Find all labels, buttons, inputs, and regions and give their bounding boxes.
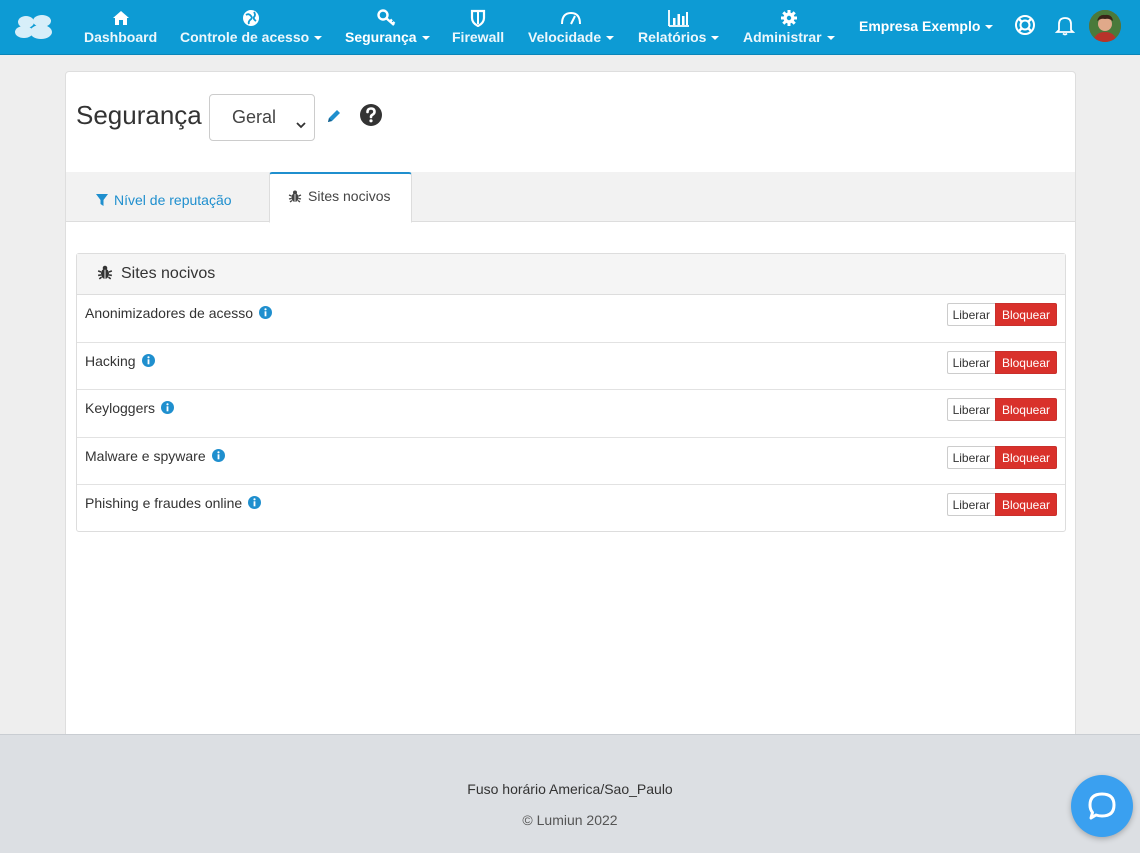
nav-relatorios[interactable]: Relatórios [638,7,720,49]
list-item: Anonimizadores de acesso Liberar Bloquear [77,295,1065,343]
info-icon[interactable] [259,306,273,322]
nav-controle-acesso[interactable]: Controle de acesso [180,7,323,49]
home-icon [84,7,157,27]
cloud-logo-icon[interactable] [14,11,56,43]
tab-sites-nocivos[interactable]: Sites nocivos [269,172,412,223]
info-icon[interactable] [141,353,155,370]
tab-sites-nocivos-label: Sites nocivos [308,188,391,204]
category-label: Phishing e fraudes online [85,495,243,511]
tab-nivel-reputacao[interactable]: Nível de reputação [96,172,232,222]
category-label: Anonimizadores de acesso [85,305,254,321]
profile-select-value: Geral [232,107,277,127]
nav-firewall-label: Firewall [452,29,505,45]
chevron-down-icon [296,113,306,134]
block-button[interactable]: Bloquear [994,303,1057,326]
nav-administrar[interactable]: Administrar [743,7,835,49]
nav-seguranca-label: Segurança [345,29,417,45]
company-dropdown[interactable]: Empresa Exemplo [859,18,994,34]
allow-block-toggle: Liberar Bloquear [946,398,1057,421]
chat-button[interactable] [1071,775,1133,837]
nav-dashboard-label: Dashboard [84,29,158,45]
page-title: Segurança [76,100,202,130]
lifebuoy-icon[interactable] [1014,14,1038,38]
bug-icon [97,265,121,282]
top-navbar: Dashboard Controle de acesso Segurança F… [0,0,1140,55]
nav-velocidade-label: Velocidade [528,29,602,45]
section-header: Sites nocivos [77,254,1065,295]
nav-velocidade[interactable]: Velocidade [528,7,615,49]
chevron-down-icon [826,36,835,41]
tab-nivel-reputacao-label: Nível de reputação [114,192,232,208]
profile-select[interactable]: Geral [209,94,315,141]
allow-button[interactable]: Liberar [946,350,995,374]
nav-controle-acesso-label: Controle de acesso [180,29,310,45]
allow-block-toggle: Liberar Bloquear [946,350,1057,374]
block-button[interactable]: Bloquear [994,398,1057,421]
list-item: Hacking Liberar Bloquear [77,343,1065,390]
nav-seguranca[interactable]: Segurança [345,7,430,49]
list-item: Malware e spyware Liberar Bloquear [77,438,1065,485]
chevron-down-icon [314,36,323,41]
timezone-text: Fuso horário America/Sao_Paulo [467,781,673,797]
tabs-bar: Nível de reputação Sites nocivos [66,172,1075,223]
allow-button[interactable]: Liberar [946,303,995,326]
section-title: Sites nocivos [121,265,216,282]
chat-bubble-icon [1088,792,1116,820]
footer: Fuso horário America/Sao_Paulo © Lumiun … [0,734,1140,853]
speedometer-icon [528,7,614,27]
filter-icon [96,192,114,208]
info-icon[interactable] [248,496,262,512]
bar-chart-icon [638,7,719,28]
edit-pencil-icon[interactable] [326,108,342,129]
globe-icon [180,7,322,27]
avatar[interactable] [1089,10,1121,42]
category-label: Hacking [85,352,136,369]
allow-button[interactable]: Liberar [946,398,995,421]
allow-block-toggle: Liberar Bloquear [946,303,1057,326]
list-item: Keyloggers Liberar Bloquear [77,390,1065,438]
gear-icon [743,7,835,27]
allow-button[interactable]: Liberar [946,445,995,469]
block-button[interactable]: Bloquear [994,445,1057,469]
category-label: Keyloggers [85,400,156,416]
allow-block-toggle: Liberar Bloquear [946,493,1057,516]
bell-icon[interactable] [1054,14,1078,38]
nav-dashboard[interactable]: Dashboard [84,7,157,49]
allow-block-toggle: Liberar Bloquear [946,445,1057,469]
chevron-down-icon [711,36,720,41]
bug-icon [288,188,308,204]
block-button[interactable]: Bloquear [994,350,1057,374]
help-icon[interactable] [359,103,383,132]
main-panel: Segurança Geral Nível de reputação Sites… [65,71,1076,745]
chevron-down-icon [421,36,430,41]
allow-button[interactable]: Liberar [946,493,995,516]
block-button[interactable]: Bloquear [994,493,1057,516]
list-item: Phishing e fraudes online Liberar Bloquea… [77,485,1065,533]
nav-relatorios-label: Relatórios [638,29,707,45]
info-icon[interactable] [211,448,225,465]
copyright-text: © Lumiun 2022 [522,812,618,828]
nav-firewall[interactable]: Firewall [452,7,504,49]
sites-nocivos-section: Sites nocivos Anonimizadores de acesso L… [76,253,1066,532]
info-icon[interactable] [161,401,175,417]
company-name: Empresa Exemplo [859,18,981,34]
key-icon [345,7,430,27]
shield-icon [452,7,504,28]
category-label: Malware e spyware [85,447,206,464]
chevron-down-icon [985,25,994,30]
chevron-down-icon [606,36,615,41]
nav-administrar-label: Administrar [743,29,822,45]
